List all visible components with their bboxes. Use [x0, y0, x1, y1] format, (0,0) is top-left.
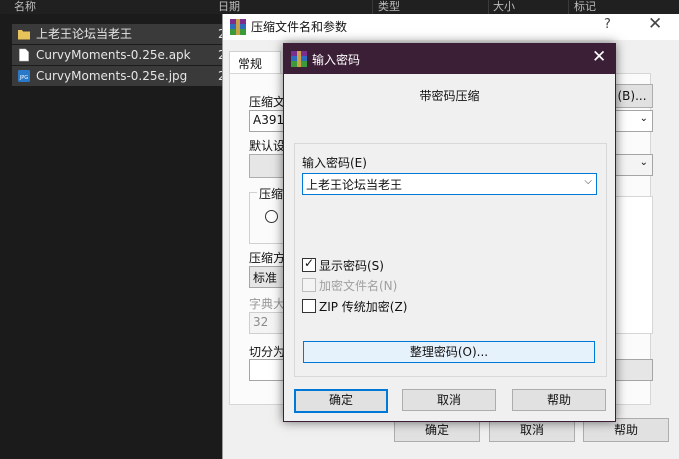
column-separator — [372, 0, 373, 14]
password-cancel-button[interactable]: 取消 — [402, 389, 496, 411]
file-row-apk[interactable]: CurvyMoments-0.25e.apk 2 — [12, 45, 226, 65]
winrar-icon — [230, 19, 246, 35]
folder-icon — [18, 30, 30, 40]
column-name[interactable]: 名称 — [14, 0, 36, 14]
column-size[interactable]: 大小 — [493, 0, 515, 14]
enter-password-dialog: 输入密码 ✕ 带密码压缩 输入密码(E) 上老王论坛当老王 ⌵ ✓ 显示密码(S… — [283, 43, 616, 422]
show-password-checkbox[interactable]: ✓ — [302, 256, 316, 272]
split-unit-select[interactable] — [611, 359, 653, 381]
password-heading: 带密码压缩 — [419, 89, 480, 103]
update-mode-select[interactable]: ⌄ — [611, 110, 653, 132]
password-value: 上老王论坛当老王 — [306, 178, 403, 192]
format-radio[interactable] — [265, 210, 278, 223]
archive-dialog-title: 压缩文件名和参数 — [251, 20, 348, 34]
default-profile-label: 默认设 — [249, 139, 286, 153]
zip-legacy-encryption-label[interactable]: ZIP 传统加密(Z) — [319, 298, 407, 315]
profile-select[interactable]: ⌄ — [611, 154, 653, 176]
column-separator — [488, 0, 489, 14]
column-date[interactable]: 日期 — [218, 0, 240, 14]
jpg-image-icon: JPG — [18, 70, 30, 82]
dictionary-size-label: 字典大 — [249, 297, 286, 311]
password-help-button[interactable]: 帮助 — [512, 389, 606, 411]
chevron-down-icon: ⌄ — [639, 113, 648, 124]
tab-general[interactable]: 常规 — [229, 51, 281, 74]
dictionary-size-value: 32 — [253, 315, 269, 329]
close-icon[interactable]: ✕ — [592, 47, 606, 67]
encrypt-file-names-label: 加密文件名(N) — [319, 279, 398, 293]
close-icon[interactable]: ✕ — [648, 14, 662, 34]
explorer-column-header: 名称 日期 类型 大小 标记 — [0, 0, 679, 14]
svg-text:JPG: JPG — [19, 75, 28, 81]
file-row-folder[interactable]: 上老王论坛当老王 2 — [12, 24, 226, 44]
file-name: CurvyMoments-0.25e.apk — [36, 48, 191, 62]
password-combobox[interactable]: 上老王论坛当老王 ⌵ — [302, 173, 597, 195]
browse-button[interactable]: (B)... — [611, 84, 653, 108]
file-name: CurvyMoments-0.25e.jpg — [36, 69, 188, 83]
zip-legacy-encryption-checkbox[interactable] — [302, 299, 316, 313]
column-separator — [568, 0, 569, 14]
compression-method-label: 压缩方 — [249, 251, 286, 265]
chevron-down-icon: ⌄ — [639, 157, 648, 168]
organize-passwords-button[interactable]: 整理密码(O)... — [303, 341, 595, 363]
password-dialog-title-bar[interactable]: 输入密码 ✕ — [284, 44, 615, 74]
encrypt-file-names-checkbox — [302, 278, 316, 292]
password-dialog-title: 输入密码 — [312, 53, 361, 67]
split-volumes-label: 切分为 — [249, 345, 286, 359]
tab-general-label: 常规 — [238, 57, 263, 71]
profiles-button[interactable] — [249, 154, 287, 178]
file-row-jpg[interactable]: JPG CurvyMoments-0.25e.jpg 2 — [12, 66, 226, 86]
show-password-label[interactable]: 显示密码(S) — [319, 257, 384, 274]
file-icon — [19, 48, 29, 62]
archive-name-label: 压缩文 — [249, 95, 286, 109]
file-name: 上老王论坛当老王 — [36, 27, 133, 41]
archive-dialog-title-bar[interactable]: 压缩文件名和参数 ? ✕ — [223, 14, 679, 40]
compression-method-value: 标准 — [253, 271, 278, 285]
column-tag[interactable]: 标记 — [574, 0, 596, 14]
checkmark-icon: ✓ — [304, 256, 315, 270]
winrar-icon — [291, 51, 307, 67]
archive-options-list — [611, 196, 653, 334]
password-ok-button[interactable]: 确定 — [294, 389, 388, 413]
enter-password-label: 输入密码(E) — [302, 156, 367, 170]
chevron-down-icon[interactable]: ⌵ — [584, 176, 592, 187]
column-type[interactable]: 类型 — [378, 0, 400, 14]
help-icon[interactable]: ? — [604, 17, 611, 32]
